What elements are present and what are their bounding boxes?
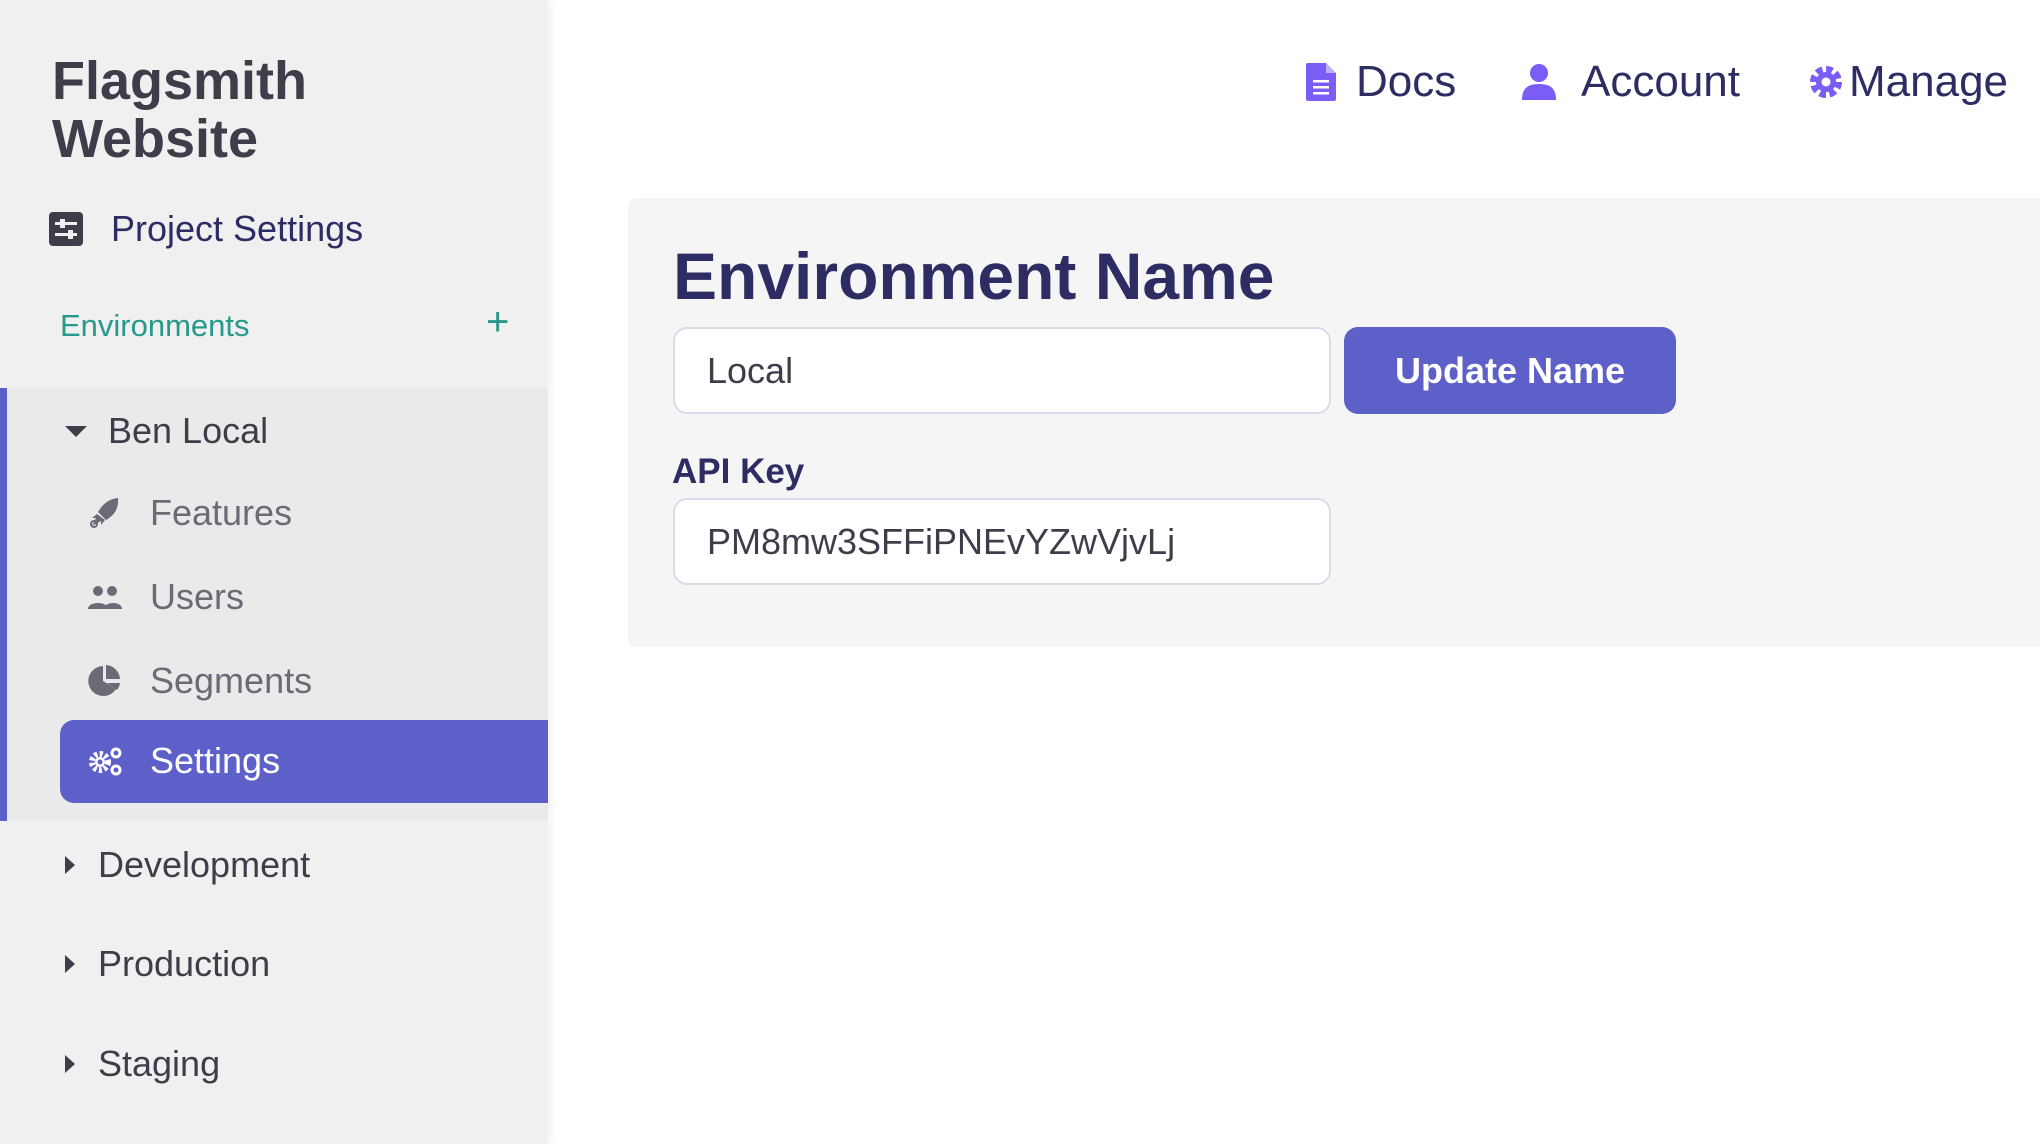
pie-chart-icon [88,664,122,698]
rocket-icon [88,496,122,530]
account-label: Account [1581,57,1740,106]
environment-name: Ben Local [108,410,269,451]
api-key-field[interactable]: PM8mw3SFFiPNEvYZwVjvLj [673,498,1331,585]
users-icon [88,584,122,610]
caret-down-icon [65,425,87,437]
environment-name-heading: Environment Name [673,239,1275,313]
cogs-icon [88,746,122,776]
environment-name-value: Local [707,349,794,391]
sidebar-item-users[interactable]: Users [88,572,244,622]
environment-name: Development [98,844,311,885]
api-key-value: PM8mw3SFFiPNEvYZwVjvLj [707,520,1176,562]
manage-link[interactable]: Manage [1809,56,2008,108]
manage-label: Manage [1849,57,2009,106]
environment-toggle-development[interactable]: Development [60,840,310,890]
sidebar-item-label: Features [150,492,293,533]
add-environment-button[interactable]: + [486,300,509,345]
environment-toggle-production[interactable]: Production [60,939,270,989]
sidebar-item-label: Users [150,576,245,617]
sidebar-item-settings[interactable]: Settings [60,720,548,803]
gear-icon [1810,66,1842,98]
environment-name: Production [98,943,271,984]
sidebar: Flagsmith Website Project Settings Envir… [0,0,548,1144]
account-link[interactable]: Account [1522,56,1740,108]
environments-heading: Environments [60,308,250,343]
environment-name-input[interactable]: Local [673,327,1331,414]
caret-right-icon [65,955,75,973]
project-title: Flagsmith Website [52,51,308,169]
caret-right-icon [65,856,75,874]
docs-link[interactable]: Docs [1306,56,1456,108]
project-settings-label: Project Settings [111,208,364,249]
sidebar-item-segments[interactable]: Segments [88,656,312,706]
project-settings-link[interactable]: Project Settings [49,206,363,252]
environment-toggle-ben-local[interactable]: Ben Local [65,406,268,456]
environment-name: Staging [98,1043,221,1084]
sidebar-item-features[interactable]: Features [88,488,292,538]
sidebar-item-label: Segments [150,660,313,701]
sidebar-item-label: Settings [150,740,281,781]
update-name-button[interactable]: Update Name [1344,327,1676,414]
user-icon [1522,64,1556,100]
api-key-label: API Key [672,452,805,491]
sliders-icon [49,212,83,246]
environment-toggle-staging[interactable]: Staging [60,1039,220,1089]
caret-right-icon [65,1055,75,1073]
docs-label: Docs [1356,57,1457,106]
document-icon [1306,63,1336,101]
